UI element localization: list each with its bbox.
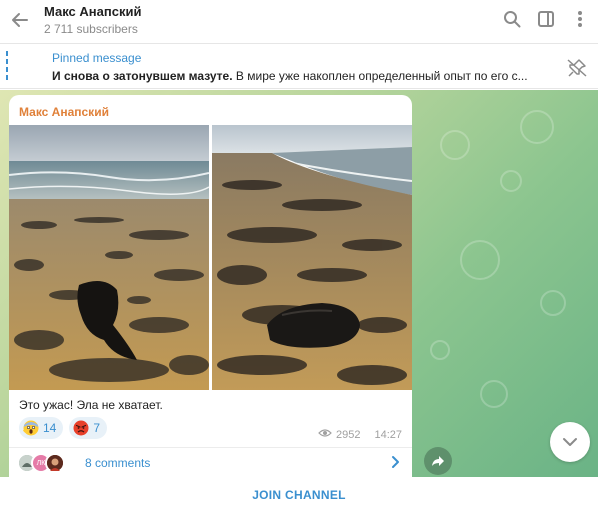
doodle-pattern: [520, 110, 554, 144]
view-count: 2952: [335, 428, 361, 441]
join-bar: JOIN CHANNEL: [0, 477, 598, 513]
comments-link[interactable]: ЛК 8 comments: [9, 448, 412, 477]
sidebar-toggle-icon[interactable]: [536, 9, 556, 29]
unpin-icon[interactable]: [566, 57, 588, 79]
doodle-pattern: [440, 130, 470, 160]
doodle-pattern: [460, 240, 500, 280]
message-time: 14:27: [374, 428, 402, 441]
chevron-down-icon: [563, 438, 577, 446]
message-meta: 2952 14:27: [318, 428, 402, 441]
comments-count: 8 comments: [85, 456, 151, 470]
chat-area: Макс Анапский Это ужас! Эла не хватает. …: [0, 90, 598, 477]
pinned-body-text: В мире уже накоплен определенный опыт по…: [232, 69, 528, 83]
top-bar: Макс Анапский 2 711 subscribers: [0, 0, 598, 44]
pinned-indicator: [6, 51, 8, 83]
doodle-pattern: [500, 170, 522, 192]
reaction-angry[interactable]: 7: [69, 417, 108, 439]
search-icon[interactable]: [502, 9, 522, 29]
pinned-text: И снова о затонувшем мазуте. В мире уже …: [52, 69, 550, 83]
back-arrow-icon[interactable]: [8, 8, 32, 32]
scroll-down-button[interactable]: [550, 422, 590, 462]
pinned-message[interactable]: Pinned message И снова о затонувшем мазу…: [0, 45, 598, 89]
beach-photo-1[interactable]: [9, 125, 209, 390]
reaction-count: 7: [93, 421, 101, 435]
beach-photo-2[interactable]: [212, 125, 412, 390]
message-text: Это ужас! Эла не хватает.: [19, 398, 163, 412]
avatar: [45, 453, 65, 473]
reactions-row: 14 7: [19, 417, 108, 439]
pinned-title: Pinned message: [52, 51, 142, 65]
pinned-bold-text: И снова о затонувшем мазуте.: [52, 69, 233, 83]
eye-icon: [318, 428, 332, 441]
doodle-pattern: [540, 290, 566, 316]
channel-title[interactable]: Макс Анапский: [44, 4, 141, 19]
reaction-count: 14: [43, 421, 57, 435]
reaction-scream[interactable]: 14: [19, 417, 64, 439]
commenter-avatars: ЛК: [17, 453, 65, 473]
message-author[interactable]: Макс Анапский: [19, 105, 109, 119]
angry-face-icon: [73, 420, 89, 436]
screaming-face-icon: [22, 420, 39, 436]
chevron-right-icon: [388, 455, 402, 469]
subscriber-count: 2 711 subscribers: [44, 22, 138, 36]
doodle-pattern: [430, 340, 450, 360]
share-icon[interactable]: [424, 447, 452, 475]
more-menu-icon[interactable]: [570, 9, 590, 29]
join-channel-button[interactable]: JOIN CHANNEL: [252, 488, 346, 502]
message-bubble: Макс Анапский Это ужас! Эла не хватает. …: [9, 95, 412, 477]
doodle-pattern: [480, 380, 508, 408]
